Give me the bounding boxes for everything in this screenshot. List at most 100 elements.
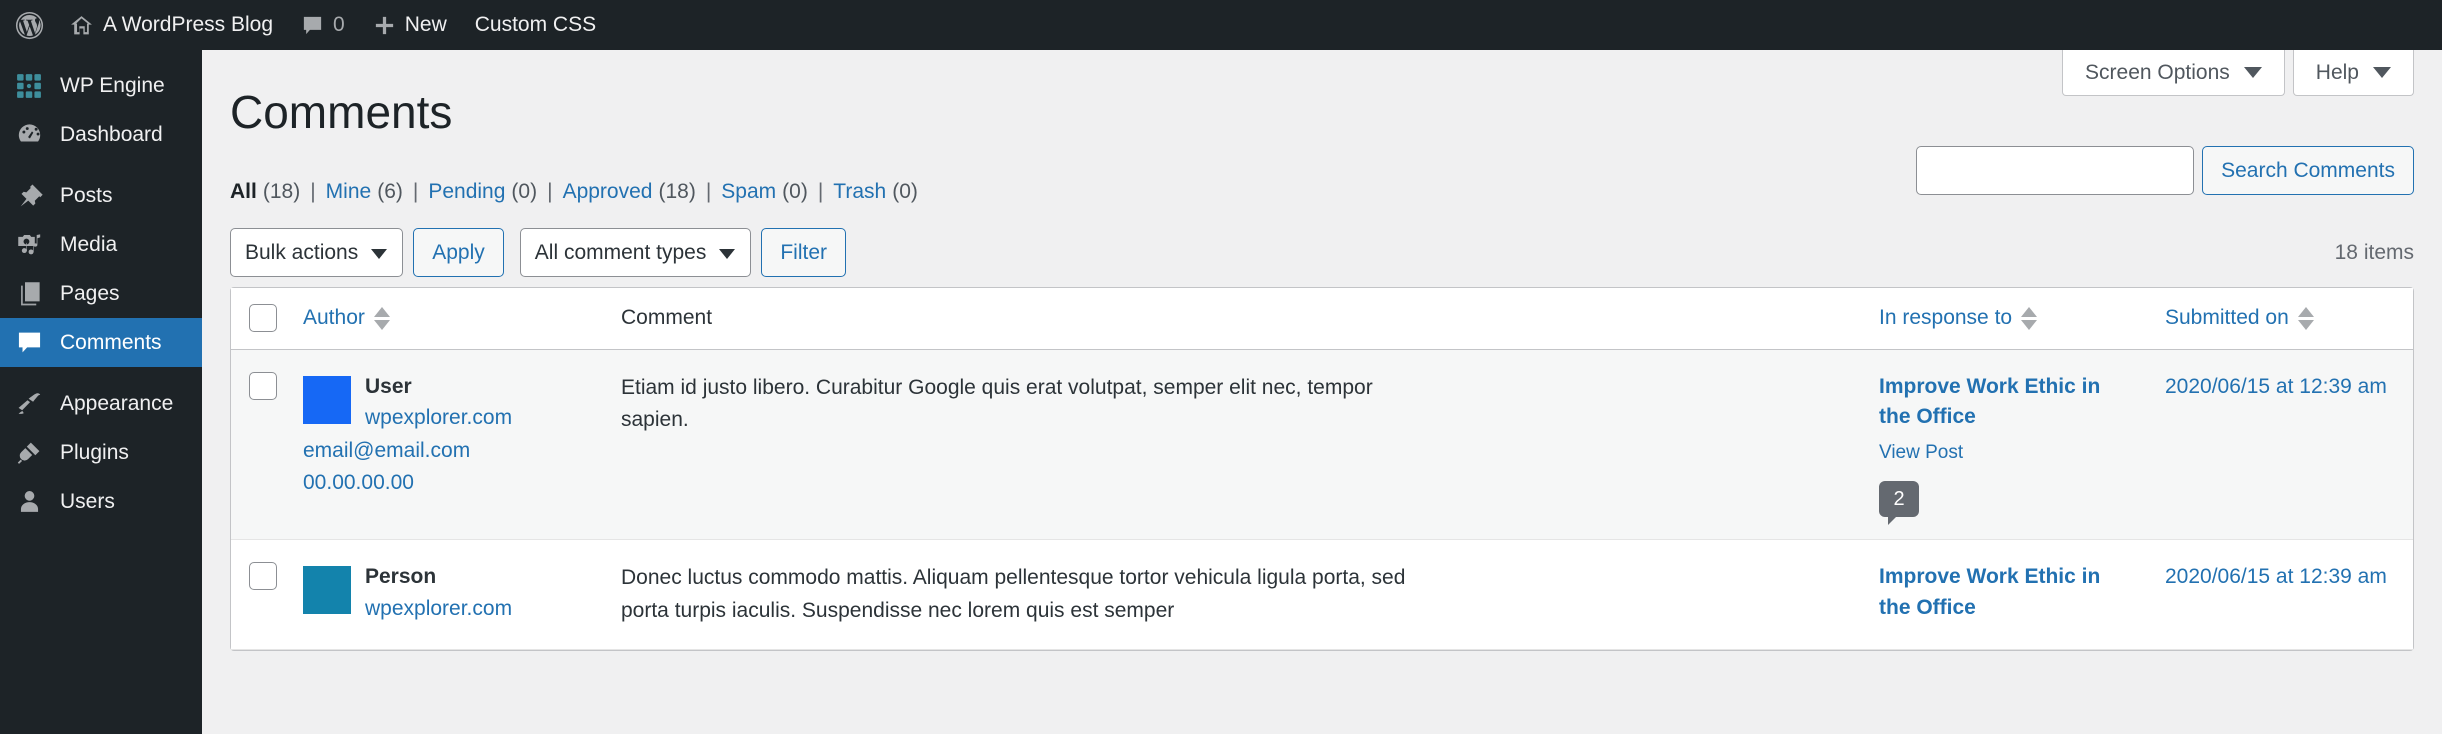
wp-logo-menu-item[interactable]	[0, 0, 55, 50]
column-header-author: Author	[289, 287, 607, 350]
column-label: Comment	[621, 306, 713, 330]
bulk-actions-label: Bulk actions	[245, 240, 359, 264]
row-checkbox[interactable]	[249, 371, 277, 400]
filter-count: (0)	[892, 179, 918, 203]
sort-response-link[interactable]: In response to	[1879, 306, 2038, 330]
sidebar-item-label: Plugins	[60, 440, 129, 464]
sidebar-item-label: WP Engine	[60, 73, 165, 97]
filter-label[interactable]: Spam	[721, 171, 776, 213]
sidebar-item-pages[interactable]: Pages	[0, 269, 202, 318]
displaying-num: 18 items	[2334, 240, 2414, 264]
table-body: User wpexplorer.com email@email.com 00.0…	[231, 349, 2413, 651]
filter-separator: |	[705, 179, 712, 203]
post-comment-count-badge[interactable]: 2	[1879, 481, 1919, 526]
sort-arrows-icon	[373, 306, 390, 330]
sidebar-item-label: Comments	[60, 330, 162, 354]
column-header-comment: Comment	[607, 287, 1865, 350]
sort-arrows-icon	[2297, 306, 2314, 330]
comments-menu-item[interactable]: 0	[287, 0, 359, 50]
filter-separator: |	[817, 179, 824, 203]
comment-excerpt: Etiam id justo libero. Curabitur Google …	[621, 375, 1373, 432]
filter-link-spam[interactable]: Spam (0) |	[721, 171, 833, 213]
filter-link-mine[interactable]: Mine (6) |	[326, 171, 429, 213]
search-input[interactable]	[1916, 146, 2195, 195]
wp-engine-icon	[14, 71, 44, 101]
dashboard-gauge-icon	[14, 120, 44, 150]
filter-label[interactable]: Pending	[428, 171, 505, 213]
bulk-actions-group: Bulk actions Apply	[230, 228, 504, 278]
filter-label[interactable]: All	[230, 171, 257, 213]
filter-link-all[interactable]: All (18) |	[230, 171, 326, 213]
sidebar-item-dashboard[interactable]: Dashboard	[0, 110, 202, 159]
author-site-link[interactable]: wpexplorer.com	[365, 406, 512, 429]
response-post-link[interactable]: Improve Work Ethic in the Office	[1879, 372, 2137, 433]
sidebar-item-label: Posts	[60, 183, 113, 207]
bulk-actions-select[interactable]: Bulk actions	[230, 228, 404, 278]
sidebar-item-users[interactable]: Users	[0, 477, 202, 526]
submitted-on-link[interactable]: 2020/06/15 at 12:39 am	[2165, 372, 2399, 402]
author-email-link[interactable]: email@email.com	[303, 435, 593, 468]
search-comments-button[interactable]: Search Comments	[2202, 146, 2414, 195]
sidebar-item-label: Dashboard	[60, 122, 163, 146]
column-label: Submitted on	[2165, 306, 2289, 330]
comments-count-label: 0	[333, 13, 345, 36]
paintbrush-icon	[14, 389, 44, 419]
admin-bar: A WordPress Blog 0 New Custom CSS	[0, 0, 2442, 50]
comment-bubble-icon	[301, 14, 324, 37]
sidebar-item-label: Appearance	[60, 391, 174, 415]
author-cell: User wpexplorer.com email@email.com 00.0…	[289, 349, 607, 541]
column-label: Author	[303, 306, 365, 330]
admin-sidebar-menu: WP Engine Dashboard Posts Media Pages Co…	[0, 50, 215, 734]
filter-button[interactable]: Filter	[761, 228, 846, 278]
select-all-checkbox[interactable]	[249, 304, 277, 333]
sidebar-item-appearance[interactable]: Appearance	[0, 379, 202, 428]
response-post-link[interactable]: Improve Work Ethic in the Office	[1879, 562, 2137, 623]
avatar	[303, 375, 351, 424]
response-cell: Improve Work Ethic in the Office	[1865, 540, 2151, 651]
sidebar-item-media[interactable]: Media	[0, 220, 202, 269]
filter-label[interactable]: Approved	[563, 171, 653, 213]
avatar	[303, 566, 351, 615]
sidebar-item-comments[interactable]: Comments	[0, 318, 215, 367]
filter-separator: |	[412, 179, 419, 203]
filter-label[interactable]: Trash	[833, 171, 886, 213]
submitted-on-link[interactable]: 2020/06/15 at 12:39 am	[2165, 562, 2399, 592]
filter-link-approved[interactable]: Approved (18) |	[563, 171, 722, 213]
sort-date-link[interactable]: Submitted on	[2165, 306, 2314, 330]
new-content-menu-item[interactable]: New	[359, 0, 461, 50]
filter-link-pending[interactable]: Pending (0) |	[428, 171, 562, 213]
chevron-down-icon	[719, 248, 736, 259]
user-icon	[14, 487, 44, 517]
sidebar-item-wp-engine[interactable]: WP Engine	[0, 61, 202, 110]
row-checkbox[interactable]	[249, 562, 277, 591]
filter-label[interactable]: Mine	[326, 171, 372, 213]
site-name-menu-item[interactable]: A WordPress Blog	[55, 0, 287, 50]
select-all-header	[231, 287, 289, 350]
sort-author-link[interactable]: Author	[303, 306, 390, 330]
page-body: Comments All (18) | Mine (6) | Pending (…	[202, 50, 2442, 652]
author-site-link[interactable]: wpexplorer.com	[365, 597, 512, 620]
plus-icon	[373, 14, 396, 37]
custom-css-menu-item[interactable]: Custom CSS	[461, 0, 610, 50]
filter-count: (18)	[262, 179, 301, 203]
filter-separator: |	[310, 179, 316, 203]
filter-link-trash[interactable]: Trash (0)	[833, 171, 918, 213]
comment-type-label: All comment types	[534, 240, 707, 264]
comment-cell: Etiam id justo libero. Curabitur Google …	[607, 349, 1865, 541]
column-header-date: Submitted on	[2151, 287, 2413, 350]
sidebar-item-plugins[interactable]: Plugins	[0, 428, 202, 477]
author-meta: email@email.com 00.00.00.00	[303, 435, 593, 500]
custom-css-label: Custom CSS	[474, 13, 597, 36]
content-area: Screen Options Help Comments All (18) | …	[202, 50, 2442, 734]
apply-button[interactable]: Apply	[413, 228, 504, 278]
table-header-row: Author Comment In response to Submitted …	[231, 287, 2413, 350]
author-ip-link[interactable]: 00.00.00.00	[303, 467, 593, 500]
date-cell: 2020/06/15 at 12:39 am	[2151, 349, 2413, 541]
view-post-link[interactable]: View Post	[1879, 438, 2137, 467]
new-content-label: New	[404, 13, 447, 36]
table-row: Person wpexplorer.com Donec luctus commo…	[231, 540, 2413, 651]
page-wrap: Comments All (18) | Mine (6) | Pending (…	[202, 50, 2442, 652]
comment-type-select[interactable]: All comment types	[519, 228, 752, 278]
sidebar-item-label: Users	[60, 489, 115, 513]
sidebar-item-posts[interactable]: Posts	[0, 171, 202, 220]
